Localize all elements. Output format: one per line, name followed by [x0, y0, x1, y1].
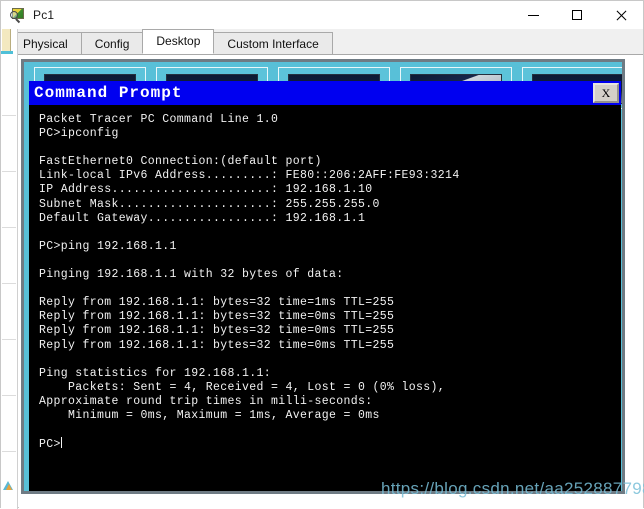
desktop-tab-content: Command Prompt X Packet Tracer PC Comman…: [19, 57, 643, 509]
terminal-text: Packet Tracer PC Command Line 1.0 PC>ipc…: [39, 113, 460, 452]
packet-tracer-desktop: Command Prompt X Packet Tracer PC Comman…: [21, 59, 625, 494]
tab-config-label: Config: [94, 37, 130, 51]
left-gutter: [1, 29, 18, 509]
minimize-icon: [527, 14, 539, 16]
tab-custom-interface-label: Custom Interface: [227, 37, 319, 51]
command-prompt-close-button[interactable]: X: [593, 83, 619, 103]
gutter-divider: [2, 395, 16, 396]
window-controls: [511, 1, 643, 29]
tab-custom-interface[interactable]: Custom Interface: [213, 32, 333, 54]
close-button[interactable]: [599, 1, 643, 29]
close-icon: [615, 9, 627, 21]
gutter-teal-strip: [1, 51, 13, 54]
gutter-device-icon-shape-b: [6, 484, 12, 490]
command-prompt-title: Command Prompt: [34, 84, 183, 102]
minimize-button[interactable]: [511, 1, 555, 29]
maximize-button[interactable]: [555, 1, 599, 29]
gutter-divider: [2, 283, 16, 284]
tab-desktop-label: Desktop: [156, 34, 201, 48]
gutter-divider: [2, 451, 16, 452]
tab-physical-label: Physical: [23, 37, 68, 51]
gutter-cream-strip: [2, 29, 11, 51]
gutter-divider: [2, 339, 16, 340]
tab-physical[interactable]: Physical: [9, 32, 82, 54]
gutter-divider: [2, 227, 16, 228]
pc1-window: Pc1 Physical Config Desktop Custom Inter…: [0, 0, 644, 509]
terminal-cursor: [60, 437, 62, 449]
gutter-divider: [2, 115, 16, 116]
command-prompt-window: Command Prompt X Packet Tracer PC Comman…: [29, 81, 621, 491]
magnifier-photo-icon: [10, 7, 26, 24]
window-title: Pc1: [33, 8, 55, 22]
terminal-output-area[interactable]: Packet Tracer PC Command Line 1.0 PC>ipc…: [29, 105, 621, 491]
tab-bar: Physical Config Desktop Custom Interface: [1, 29, 643, 55]
gutter-divider: [2, 171, 16, 172]
window-titlebar: Pc1: [1, 1, 643, 29]
command-prompt-titlebar[interactable]: Command Prompt X: [29, 81, 621, 105]
tab-desktop[interactable]: Desktop: [142, 29, 215, 54]
tab-config[interactable]: Config: [80, 32, 144, 54]
gutter-device-icon[interactable]: [3, 479, 14, 491]
maximize-icon: [572, 10, 582, 20]
command-prompt-close-label: X: [601, 86, 611, 100]
